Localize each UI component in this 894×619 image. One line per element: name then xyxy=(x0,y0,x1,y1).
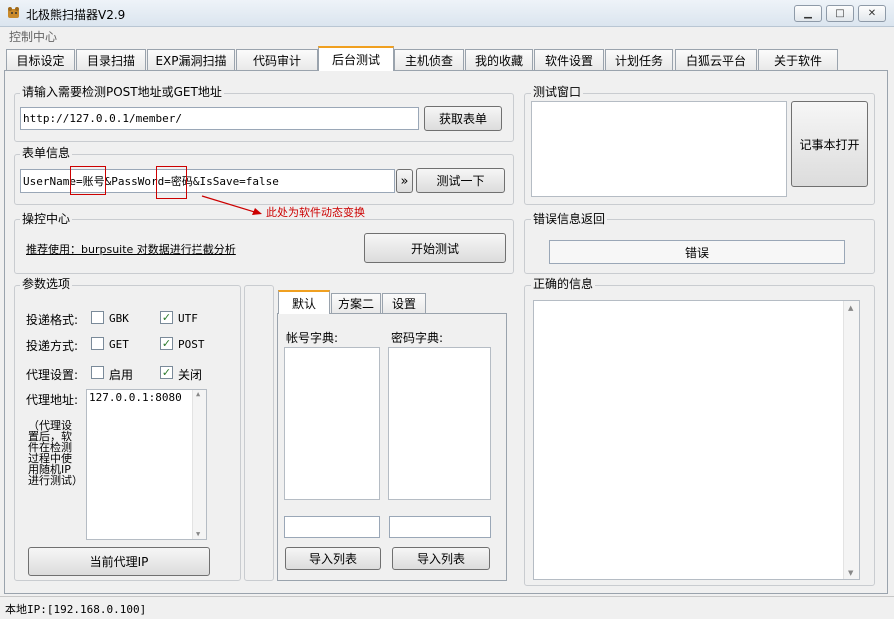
minimize-icon: ▁ xyxy=(804,8,812,19)
minimize-button[interactable]: ▁ xyxy=(794,5,822,22)
menu-bar: 控制中心 xyxy=(0,27,894,45)
subtab-settings[interactable]: 设置 xyxy=(382,293,426,313)
error-group-title: 错误信息返回 xyxy=(531,212,608,226)
window-title: 北极熊扫描器V2.9 xyxy=(26,8,126,22)
start-test-button[interactable]: 开始测试 xyxy=(364,233,506,263)
maximize-button[interactable]: □ xyxy=(826,5,854,22)
fetch-form-button[interactable]: 获取表单 xyxy=(424,106,502,131)
proxy-list-item[interactable]: 127.0.0.1:8080 xyxy=(89,391,182,404)
proxy-enable-label: 启用 xyxy=(109,368,134,382)
close-button[interactable]: ✕ xyxy=(858,5,886,22)
proxy-label: 代理设置: xyxy=(26,368,79,382)
tab-baihu-cloud[interactable]: 白狐云平台 xyxy=(675,49,757,70)
scroll-down-icon[interactable]: ▼ xyxy=(848,569,853,577)
url-input[interactable]: http://127.0.0.1/member/ xyxy=(20,107,419,130)
url-group-title: 请输入需要检测POST地址或GET地址 xyxy=(20,85,224,99)
gbk-label: GBK xyxy=(109,312,129,325)
subtab-plan-two[interactable]: 方案二 xyxy=(331,293,381,313)
checkmark-icon: ✓ xyxy=(161,311,172,324)
title-bar: 北极熊扫描器V2.9 ▁ □ ✕ xyxy=(0,0,894,27)
bear-icon xyxy=(8,7,19,18)
get-checkbox[interactable] xyxy=(91,337,104,350)
params-group-title: 参数选项 xyxy=(20,277,73,291)
burpsuite-hint-link[interactable]: 推荐使用：burpsuite 对数据进行拦截分析 xyxy=(26,241,236,257)
pass-dict-input[interactable] xyxy=(389,516,491,538)
get-label: GET xyxy=(109,338,129,351)
maximize-icon: □ xyxy=(835,8,845,19)
checkmark-icon: ✓ xyxy=(161,337,172,350)
test-once-button[interactable]: 测试一下 xyxy=(416,168,505,193)
current-proxy-button[interactable]: 当前代理IP xyxy=(28,547,210,576)
post-label: POST xyxy=(178,338,205,351)
control-group-title: 操控中心 xyxy=(20,212,73,226)
tab-settings[interactable]: 软件设置 xyxy=(534,49,604,70)
tab-target[interactable]: 目标设定 xyxy=(6,49,75,70)
error-value: 错误 xyxy=(549,240,845,264)
post-checkbox[interactable]: ✓ xyxy=(160,337,173,350)
tab-host-recon[interactable]: 主机侦查 xyxy=(394,49,464,70)
format-label: 投递格式: xyxy=(26,313,79,327)
scroll-up-icon[interactable]: ▲ xyxy=(196,390,200,398)
expand-button[interactable]: » xyxy=(396,169,413,193)
annotation-arrow xyxy=(201,195,262,215)
test-window-title: 测试窗口 xyxy=(531,85,584,99)
highlight-password xyxy=(156,166,187,199)
import-user-list-button[interactable]: 导入列表 xyxy=(285,547,381,570)
user-dict-label: 帐号字典: xyxy=(286,331,339,345)
pass-dict-label: 密码字典: xyxy=(391,331,444,345)
method-label: 投递方式: xyxy=(26,339,79,353)
tab-dir-scan[interactable]: 目录扫描 xyxy=(76,49,146,70)
local-ip: 本地IP:[192.168.0.100] xyxy=(5,603,147,616)
splitter-panel xyxy=(244,285,274,581)
user-dict-list[interactable] xyxy=(284,347,380,500)
test-window-output[interactable] xyxy=(531,101,787,197)
pass-dict-list[interactable] xyxy=(388,347,491,500)
import-pass-list-button[interactable]: 导入列表 xyxy=(392,547,490,570)
subtab-default[interactable]: 默认 xyxy=(278,290,330,314)
notepad-open-button[interactable]: 记事本打开 xyxy=(791,101,868,187)
proxy-enable-checkbox[interactable] xyxy=(91,366,104,379)
proxy-disable-label: 关闭 xyxy=(178,368,203,382)
tab-about[interactable]: 关于软件 xyxy=(758,49,838,70)
form-group-title: 表单信息 xyxy=(20,146,73,160)
utf-checkbox[interactable]: ✓ xyxy=(160,311,173,324)
scroll-up-icon[interactable]: ▲ xyxy=(848,304,853,312)
proxy-list-scrollbar[interactable]: ▲ ▼ xyxy=(192,390,206,539)
utf-label: UTF xyxy=(178,312,198,325)
close-icon: ✕ xyxy=(867,8,877,19)
correct-output-scrollbar[interactable]: ▲ ▼ xyxy=(843,301,859,579)
gbk-checkbox[interactable] xyxy=(91,311,104,324)
tab-exp-scan[interactable]: EXP漏洞扫描 xyxy=(147,49,235,70)
tab-code-audit[interactable]: 代码审计 xyxy=(236,49,318,70)
user-dict-input[interactable] xyxy=(284,516,380,538)
checkmark-icon: ✓ xyxy=(161,366,172,379)
highlight-username xyxy=(70,166,106,195)
tab-favorites[interactable]: 我的收藏 xyxy=(465,49,533,70)
tab-schedule[interactable]: 计划任务 xyxy=(605,49,673,70)
correct-group-title: 正确的信息 xyxy=(531,277,596,291)
annotation-text: 此处为软件动态变换 xyxy=(266,206,365,219)
proxy-address-label: 代理地址: xyxy=(26,393,79,407)
proxy-note: （代理设置后，软件在检测过程中使用随机IP进行测试） xyxy=(28,419,83,487)
scroll-down-icon[interactable]: ▼ xyxy=(196,530,200,538)
correct-output[interactable]: ▲ ▼ xyxy=(533,300,860,580)
status-bar: 本地IP:[192.168.0.100] xyxy=(0,596,894,619)
menu-item-control-center[interactable]: 控制中心 xyxy=(9,28,57,45)
proxy-disable-checkbox[interactable]: ✓ xyxy=(160,366,173,379)
tab-backend-test[interactable]: 后台测试 xyxy=(318,46,394,71)
proxy-list[interactable]: 127.0.0.1:8080 ▲ ▼ xyxy=(86,389,207,540)
